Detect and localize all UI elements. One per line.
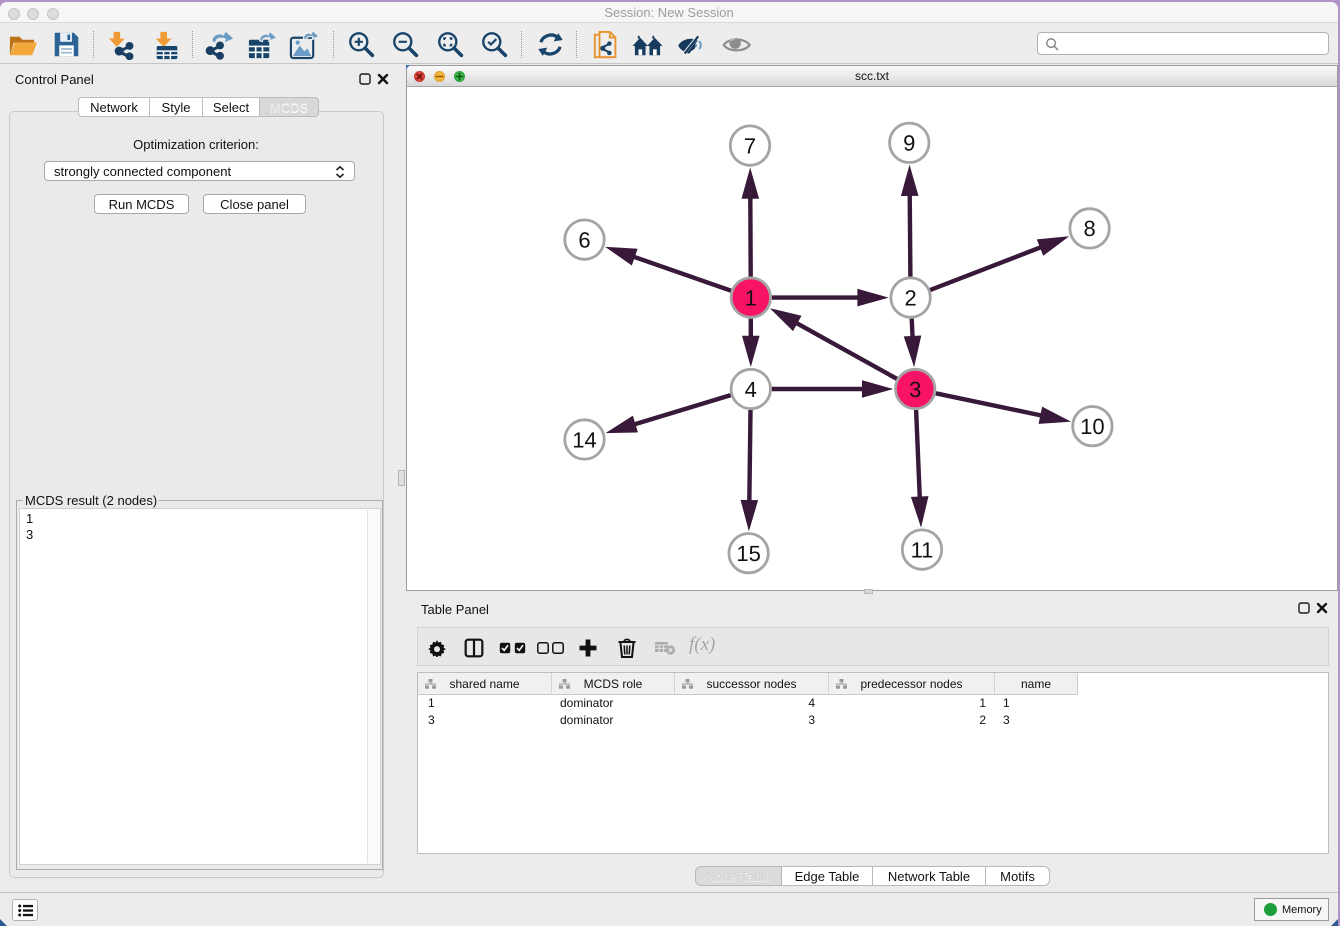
svg-text:10: 10 (1080, 414, 1104, 439)
svg-text:14: 14 (572, 427, 596, 452)
svg-text:2: 2 (904, 285, 916, 310)
svg-text:15: 15 (736, 541, 760, 566)
svg-text:1: 1 (745, 285, 757, 310)
svg-text:3: 3 (909, 377, 921, 402)
svg-text:11: 11 (911, 537, 934, 562)
svg-text:6: 6 (578, 227, 590, 252)
svg-text:7: 7 (744, 133, 756, 158)
svg-text:9: 9 (903, 131, 915, 156)
svg-text:4: 4 (745, 377, 757, 402)
svg-text:8: 8 (1083, 216, 1095, 241)
